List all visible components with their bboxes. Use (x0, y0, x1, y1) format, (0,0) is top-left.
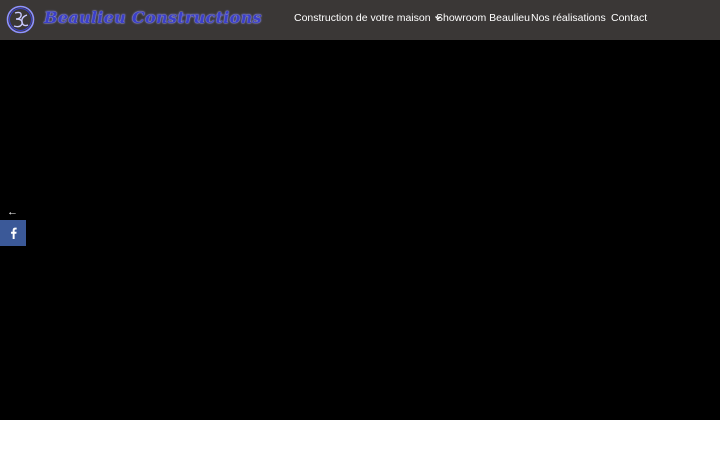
facebook-icon (10, 227, 17, 239)
arrow-left-icon[interactable]: ← (7, 206, 21, 218)
nav-item-contact[interactable]: Contact (611, 10, 647, 26)
main-navigation: Construction de votre maison Showroom Be… (0, 0, 720, 40)
site-header: Beaulieu Constructions Construction de v… (0, 0, 720, 40)
nav-item-realisations[interactable]: Nos réalisations (531, 10, 606, 26)
content-section-start (0, 420, 720, 450)
nav-item-showroom[interactable]: Showroom Beaulieu (436, 10, 530, 26)
hero-video-area[interactable] (0, 40, 720, 420)
nav-item-construction[interactable]: Construction de votre maison (294, 10, 443, 26)
nav-item-label: Construction de votre maison (294, 12, 431, 24)
facebook-share-button[interactable] (0, 220, 26, 246)
